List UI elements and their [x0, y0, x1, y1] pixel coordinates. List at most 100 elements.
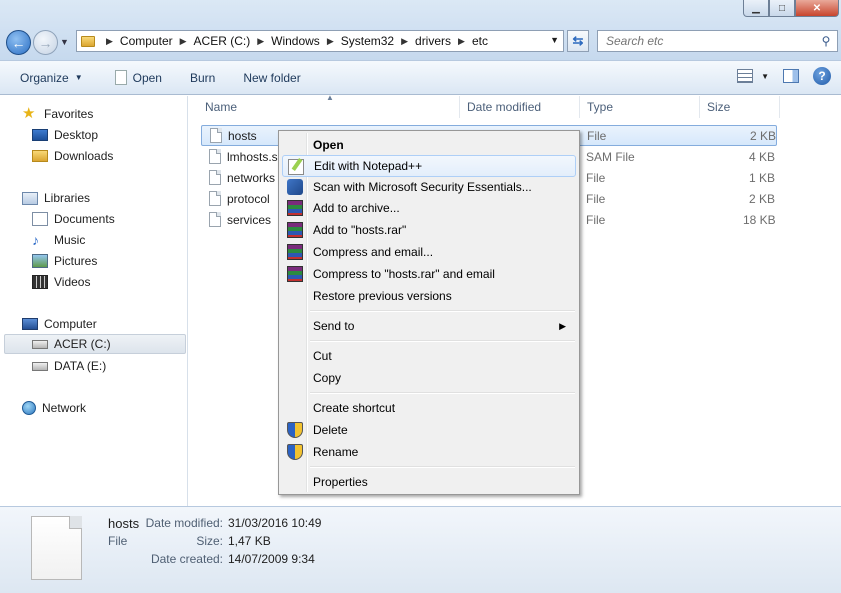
breadcrumb-drivers[interactable]: drivers	[415, 34, 451, 48]
chevron-right-icon[interactable]: ▶	[401, 36, 408, 47]
burn-button[interactable]: Burn	[182, 65, 223, 91]
nav-acer-drive[interactable]: ACER (C:)	[4, 334, 186, 354]
details-pane: hosts File Date modified: 31/03/2016 10:…	[0, 506, 841, 593]
column-label: Date modified	[467, 100, 542, 114]
address-bar[interactable]: ▶ Computer ▶ ACER (C:) ▶ Windows ▶ Syste…	[76, 30, 564, 52]
column-divider[interactable]	[779, 96, 780, 118]
menu-separator	[310, 466, 575, 468]
nav-libraries[interactable]: Libraries	[22, 188, 208, 208]
star-icon: ★	[22, 105, 36, 122]
file-icon	[209, 149, 221, 164]
breadcrumb-system32[interactable]: System32	[341, 34, 394, 48]
nav-label: Pictures	[54, 254, 98, 268]
column-header-type[interactable]: Type	[571, 96, 689, 118]
breadcrumb-computer[interactable]: Computer	[120, 34, 173, 48]
menu-label: Compress to "hosts.rar" and email	[313, 267, 495, 281]
back-button[interactable]: ←	[6, 30, 31, 55]
menu-item-send-to[interactable]: Send to ▶	[282, 315, 576, 337]
nav-label: Libraries	[44, 191, 91, 205]
nav-label: Favorites	[44, 107, 94, 121]
forward-button[interactable]: →	[33, 30, 58, 55]
nav-label: ACER (C:)	[54, 337, 111, 351]
document-icon	[114, 70, 127, 85]
chevron-right-icon[interactable]: ▶	[458, 36, 465, 47]
help-icon[interactable]: ?	[813, 67, 831, 85]
menu-item-compress-rar-email[interactable]: Compress to "hosts.rar" and email	[282, 263, 576, 285]
organize-button[interactable]: Organize ▼	[12, 65, 91, 91]
command-bar: Organize ▼ Open Burn New folder ▼ ?	[0, 60, 841, 95]
menu-label: Copy	[313, 371, 342, 385]
column-label: Type	[587, 100, 614, 114]
menu-label: Restore previous versions	[313, 289, 452, 303]
search-box[interactable]: ⚲	[597, 30, 838, 52]
maximize-button[interactable]: □	[769, 0, 795, 17]
folder-icon	[77, 31, 99, 51]
desktop-icon	[32, 129, 48, 141]
menu-item-properties[interactable]: Properties	[282, 471, 576, 493]
arrow-left-icon: ←	[11, 34, 26, 51]
refresh-button[interactable]: ⇆	[567, 30, 589, 52]
winrar-icon	[287, 200, 303, 216]
notepad-plus-plus-icon	[288, 159, 304, 175]
chevron-right-icon[interactable]: ▶	[327, 36, 334, 47]
chevron-right-icon[interactable]: ▶	[257, 36, 264, 47]
nav-computer[interactable]: Computer	[22, 314, 208, 334]
file-size: 2 KB	[749, 191, 776, 206]
menu-item-open[interactable]: Open	[282, 134, 576, 156]
menu-label: Send to	[313, 319, 355, 333]
uac-shield-icon	[287, 444, 303, 460]
column-header-date-modified[interactable]: Date modified	[451, 96, 577, 118]
breadcrumb-acer[interactable]: ACER (C:)	[194, 34, 251, 48]
menu-item-add-rar[interactable]: Add to "hosts.rar"	[282, 219, 576, 241]
new-folder-button[interactable]: New folder	[235, 65, 308, 91]
nav-label: Videos	[54, 275, 91, 289]
menu-item-rename[interactable]: Rename	[282, 441, 576, 463]
menu-item-add-archive[interactable]: Add to archive...	[282, 197, 576, 219]
menu-item-scan-mse[interactable]: Scan with Microsoft Security Essentials.…	[282, 176, 576, 198]
file-type: File	[586, 191, 606, 206]
pictures-icon	[32, 254, 48, 268]
menu-separator	[310, 340, 575, 342]
file-icon	[210, 128, 222, 143]
search-input[interactable]	[598, 34, 815, 48]
column-header-name[interactable]: Name	[189, 96, 459, 118]
close-button[interactable]: ✕	[795, 0, 839, 17]
menu-item-edit-notepad[interactable]: Edit with Notepad++	[282, 155, 576, 177]
menu-item-restore[interactable]: Restore previous versions	[282, 285, 576, 307]
menu-item-copy[interactable]: Copy	[282, 367, 576, 389]
nav-label: Desktop	[54, 128, 99, 142]
chevron-right-icon[interactable]: ▶	[180, 36, 187, 47]
menu-item-compress-email[interactable]: Compress and email...	[282, 241, 576, 263]
breadcrumb-etc[interactable]: etc	[472, 34, 488, 48]
preview-pane-icon[interactable]	[783, 69, 799, 83]
nav-favorites[interactable]: ★ Favorites	[22, 104, 208, 124]
menu-label: Delete	[313, 423, 348, 437]
minimize-button[interactable]: ▁	[743, 0, 769, 17]
details-size: 1,47 KB	[228, 534, 271, 548]
column-header-size[interactable]: Size	[691, 96, 781, 118]
menu-item-create-shortcut[interactable]: Create shortcut	[282, 397, 576, 419]
nav-network[interactable]: Network	[22, 398, 208, 418]
uac-shield-icon	[287, 422, 303, 438]
navigation-pane: ★ Favorites Desktop Downloads Libraries D…	[0, 96, 188, 506]
chevron-right-icon[interactable]: ▶	[106, 36, 113, 47]
menu-item-cut[interactable]: Cut	[282, 345, 576, 367]
open-button[interactable]: Open	[107, 65, 170, 91]
menu-item-delete[interactable]: Delete	[282, 419, 576, 441]
network-icon	[22, 401, 36, 415]
search-icon[interactable]: ⚲	[815, 34, 837, 48]
column-label: Name	[205, 100, 238, 114]
details-label: Date created:	[150, 552, 223, 566]
chevron-down-icon: ▼	[74, 73, 83, 82]
file-size: 1 KB	[749, 170, 776, 185]
chevron-down-icon: ▼	[761, 71, 769, 81]
file-size: 4 KB	[749, 149, 776, 164]
breadcrumb-windows[interactable]: Windows	[271, 34, 320, 48]
details-label: Date modified:	[145, 516, 223, 530]
open-label: Open	[132, 70, 162, 85]
change-view-button[interactable]: ▼	[737, 69, 769, 83]
new-folder-label: New folder	[243, 70, 301, 85]
address-dropdown-button[interactable]: ▼	[550, 35, 559, 45]
history-dropdown-button[interactable]: ▼	[60, 37, 69, 47]
downloads-folder-icon	[32, 150, 48, 162]
